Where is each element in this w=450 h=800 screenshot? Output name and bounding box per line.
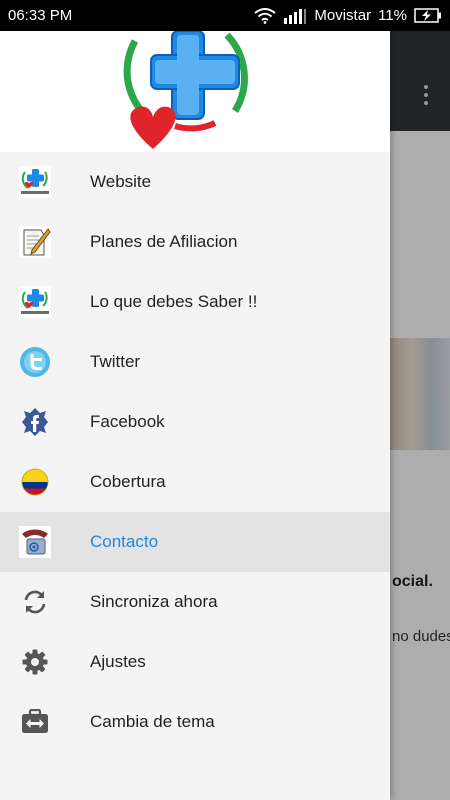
servisalud-logo-icon <box>19 286 51 318</box>
drawer-item-label: Lo que debes Saber !! <box>90 292 258 311</box>
servisalud-logo-icon <box>19 166 51 198</box>
drawer-item-label: Planes de Afiliacion <box>90 232 238 251</box>
phone-mail-icon <box>19 526 51 558</box>
drawer-item-planes[interactable]: Planes de Afiliacion <box>0 212 390 272</box>
signal-icon <box>284 8 307 24</box>
servisalud-logo <box>123 31 248 149</box>
drawer-item-label: Cobertura <box>90 472 166 491</box>
drawer-item-label: Website <box>90 172 152 191</box>
document-pen-icon <box>19 226 51 258</box>
drawer-item-label: Contacto <box>90 532 159 551</box>
carrier-name: Movistar <box>314 7 372 24</box>
status-bar: 06:33 PM Movistar 11% <box>0 0 450 31</box>
drawer-item-label: Facebook <box>90 412 165 431</box>
drawer-header <box>0 31 390 152</box>
drawer-item-ajustes[interactable]: Ajustes <box>0 632 390 692</box>
status-time: 06:33 PM <box>8 7 73 24</box>
drawer-item-label: Cambia de tema <box>90 712 215 731</box>
battery-percent: 11% <box>378 7 407 24</box>
drawer-item-facebook[interactable]: Facebook <box>0 392 390 452</box>
sync-icon <box>19 586 51 618</box>
navigation-drawer: Website Planes de Afiliacion Lo que debe… <box>0 31 390 800</box>
status-right: Movistar 11% <box>254 7 442 24</box>
facebook-icon <box>19 406 51 438</box>
drawer-item-cobertura[interactable]: Cobertura <box>0 452 390 512</box>
drawer-item-label: Twitter <box>90 352 141 371</box>
drawer-item-website[interactable]: Website <box>0 152 390 212</box>
wifi-icon <box>254 7 277 24</box>
gear-icon <box>19 646 51 678</box>
drawer-item-saber[interactable]: Lo que debes Saber !! <box>0 272 390 332</box>
battery-charging-icon <box>414 8 441 23</box>
drawer-item-tema[interactable]: Cambia de tema <box>0 692 390 752</box>
colombia-flag-icon <box>19 466 51 498</box>
theme-switch-icon <box>19 706 51 738</box>
drawer-item-contacto[interactable]: Contacto <box>0 512 390 572</box>
twitter-icon <box>19 346 51 378</box>
drawer-item-label: Sincroniza ahora <box>90 592 218 611</box>
drawer-item-twitter[interactable]: Twitter <box>0 332 390 392</box>
drawer-item-label: Ajustes <box>90 652 146 671</box>
drawer-item-sincroniza[interactable]: Sincroniza ahora <box>0 572 390 632</box>
